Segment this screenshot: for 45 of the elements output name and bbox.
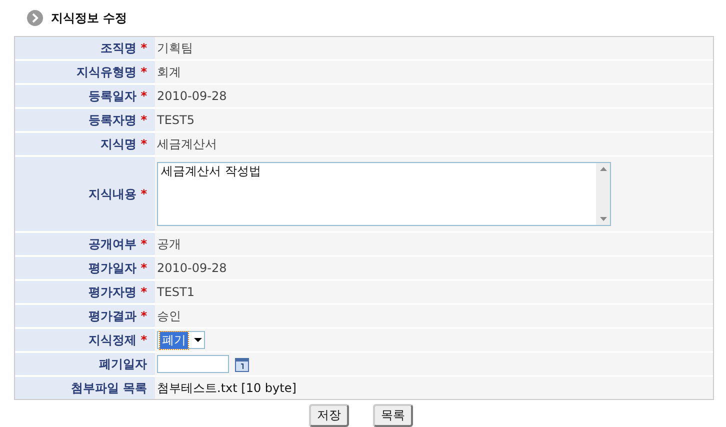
caret-icon[interactable] [194,338,202,342]
field-value: TEST1 [157,285,194,299]
field-label: 평가일자 [88,260,137,276]
content-textarea[interactable]: 세금계산서 작성법 [157,162,611,226]
scroll-up-icon[interactable] [600,167,606,171]
required-asterisk: * [140,41,147,55]
chevron-icon [27,10,43,26]
required-asterisk: * [140,285,147,299]
field-value: 2010-09-28 [157,261,227,275]
date-input[interactable] [157,355,229,373]
field-label: 첨부파일 목록 [70,380,147,396]
field-value: 회계 [157,64,181,80]
field-value: 승인 [157,308,181,324]
save-button[interactable]: 저장 [309,404,349,427]
field-value: 공개 [157,236,181,252]
required-asterisk: * [140,333,147,347]
field-label: 지식내용 [88,186,137,202]
status-select[interactable]: 폐기 [157,331,205,349]
field-label: 공개여부 [88,236,137,252]
required-asterisk: * [140,309,147,323]
field-label: 등록일자 [88,88,137,104]
field-label: 지식정제 [88,332,137,348]
field-value: 2010-09-28 [157,89,227,103]
required-asterisk: * [140,137,147,151]
scroll-down-icon[interactable] [600,217,606,221]
required-asterisk: * [140,113,147,127]
required-asterisk: * [140,237,147,251]
required-asterisk: * [140,261,147,275]
field-label: 평가자명 [88,284,137,300]
field-value: 세금계산서 [157,136,217,152]
field-label: 폐기일자 [99,356,147,372]
list-button[interactable]: 목록 [373,404,413,427]
page-title: 지식정보 수정 [51,10,128,26]
field-label: 조직명 [100,40,137,56]
required-asterisk: * [140,65,147,79]
field-label: 등록자명 [88,112,137,128]
required-asterisk: * [140,187,147,201]
field-label: 지식명 [100,136,137,152]
required-asterisk: * [140,89,147,103]
attachment-link[interactable]: 첨부테스트.txt [10 byte] [157,380,296,396]
calendar-icon[interactable] [235,356,249,372]
field-value: TEST5 [157,113,194,127]
field-value: 기획팀 [157,40,193,56]
field-label: 지식유형명 [76,64,137,80]
field-label: 평가결과 [88,308,137,324]
